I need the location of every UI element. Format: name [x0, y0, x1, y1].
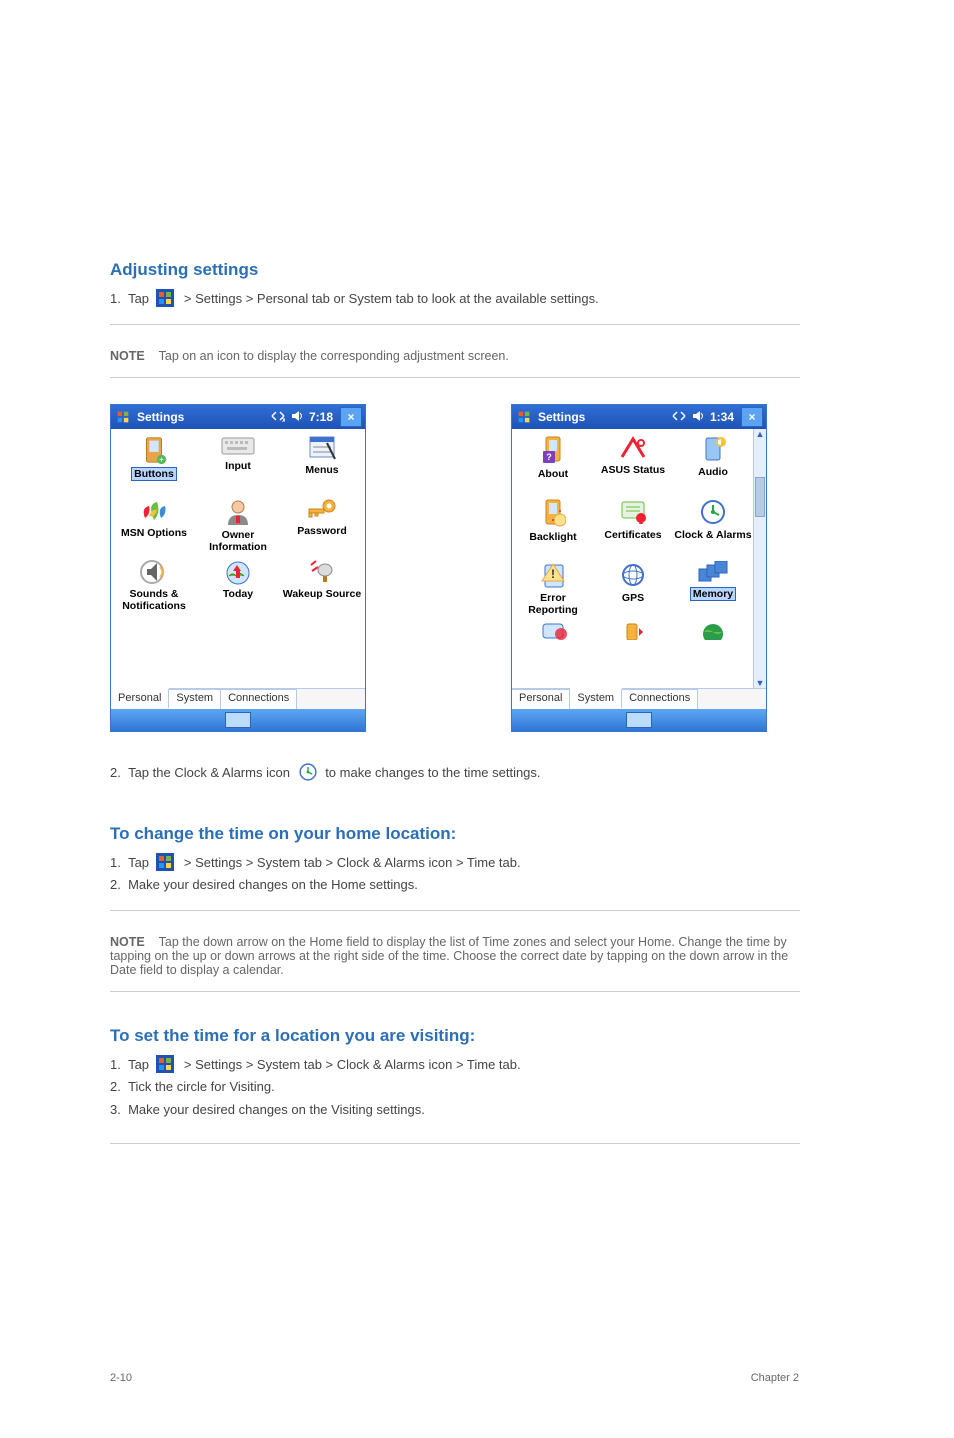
applet-sounds-notifications[interactable]: Sounds & Notifications	[113, 559, 195, 612]
device-left: Settings x 7:18 × + Buttons Input Menus	[110, 404, 366, 732]
note-home: NOTE Tap the down arrow on the Home fiel…	[110, 935, 800, 977]
section-title-home: To change the time on your home location…	[110, 824, 800, 844]
tabs-left: Personal System Connections	[111, 688, 365, 709]
scroll-down-icon[interactable]: ▼	[755, 678, 765, 688]
applet-owner-information[interactable]: Owner Information	[197, 498, 279, 553]
applet-password[interactable]: Password	[281, 498, 363, 553]
titlebar-right: Settings 1:34 ×	[512, 405, 766, 429]
speaker-icon[interactable]	[692, 410, 704, 425]
icon-grid-right: ? About ASUS Status Audio Backlight Cert…	[512, 429, 766, 688]
window-title: Settings	[536, 410, 585, 424]
steps-home: 1. Tap > Settings > System tab > Clock &…	[110, 852, 800, 896]
start-icon[interactable]	[512, 409, 536, 425]
svg-text:+: +	[159, 455, 164, 464]
applet-menus[interactable]: Menus	[281, 435, 363, 492]
applet-asus-status[interactable]: ASUS Status	[594, 435, 672, 492]
applet-gps[interactable]: GPS	[594, 561, 672, 616]
titlebar-left: Settings x 7:18 ×	[111, 405, 365, 429]
applet-clock-alarms[interactable]: Clock & Alarms	[674, 498, 752, 555]
keyboard-icon[interactable]	[626, 712, 652, 728]
start-icon	[156, 1055, 174, 1073]
keyboard-icon[interactable]	[225, 712, 251, 728]
scrollbar[interactable]: ▲ ▼	[753, 429, 766, 688]
svg-text:x: x	[282, 417, 285, 422]
note-adjusting: NOTE Tap on an icon to display the corre…	[110, 349, 800, 363]
start-icon	[156, 853, 174, 871]
applet-buttons[interactable]: + Buttons	[113, 435, 195, 492]
scroll-up-icon[interactable]: ▲	[755, 429, 765, 439]
close-button[interactable]: ×	[741, 407, 763, 427]
speaker-icon[interactable]	[291, 410, 303, 425]
tab-connections[interactable]: Connections	[622, 689, 698, 709]
applet-error-reporting[interactable]: ! Error Reporting	[514, 561, 592, 616]
svg-text:?: ?	[546, 452, 552, 462]
connection-icon[interactable]	[672, 410, 686, 425]
applet-partial-3[interactable]	[674, 622, 752, 667]
clock-text[interactable]: 1:34	[710, 410, 734, 424]
start-icon[interactable]	[111, 409, 135, 425]
section-title-visiting: To set the time for a location you are v…	[110, 1026, 800, 1046]
applet-input[interactable]: Input	[197, 435, 279, 492]
clock-icon	[298, 762, 318, 782]
applet-msn-options[interactable]: MSN Options	[113, 498, 195, 553]
applet-certificates[interactable]: Certificates	[594, 498, 672, 555]
applet-audio[interactable]: Audio	[674, 435, 752, 492]
softbar	[512, 709, 766, 731]
applet-about[interactable]: ? About	[514, 435, 592, 492]
steps-adjusting-2: 2. Tap the Clock & Alarms icon to make c…	[110, 762, 800, 784]
softbar	[111, 709, 365, 731]
steps-adjusting: 1. Tap > Settings > Personal tab or Syst…	[110, 288, 800, 310]
tab-system[interactable]: System	[570, 688, 622, 708]
clock-text[interactable]: 7:18	[309, 410, 333, 424]
applet-partial-1[interactable]	[514, 622, 592, 667]
tab-system[interactable]: System	[169, 689, 221, 709]
steps-visiting: 1. Tap > Settings > System tab > Clock &…	[110, 1054, 800, 1120]
section-title-adjusting: Adjusting settings	[110, 260, 800, 280]
connection-icon[interactable]: x	[271, 410, 285, 425]
window-title: Settings	[135, 410, 184, 424]
applet-backlight[interactable]: Backlight	[514, 498, 592, 555]
applet-today[interactable]: Today	[197, 559, 279, 612]
scroll-thumb[interactable]	[755, 477, 765, 517]
applet-wakeup-source[interactable]: Wakeup Source	[281, 559, 363, 612]
icon-grid-left: + Buttons Input Menus MSN Options Owner …	[111, 429, 365, 688]
tab-personal[interactable]: Personal	[111, 688, 169, 708]
tab-personal[interactable]: Personal	[512, 689, 570, 709]
close-button[interactable]: ×	[340, 407, 362, 427]
applet-partial-2[interactable]	[594, 622, 672, 667]
applet-memory[interactable]: Memory	[674, 561, 752, 616]
tabs-right: Personal System Connections	[512, 688, 766, 709]
tab-connections[interactable]: Connections	[221, 689, 297, 709]
page-number: 2-10	[110, 1372, 132, 1384]
footer-right: Chapter 2	[751, 1372, 799, 1384]
device-right: Settings 1:34 × ? About ASUS Status Audi…	[511, 404, 767, 732]
start-icon	[156, 289, 174, 307]
svg-text:!: !	[551, 567, 555, 581]
